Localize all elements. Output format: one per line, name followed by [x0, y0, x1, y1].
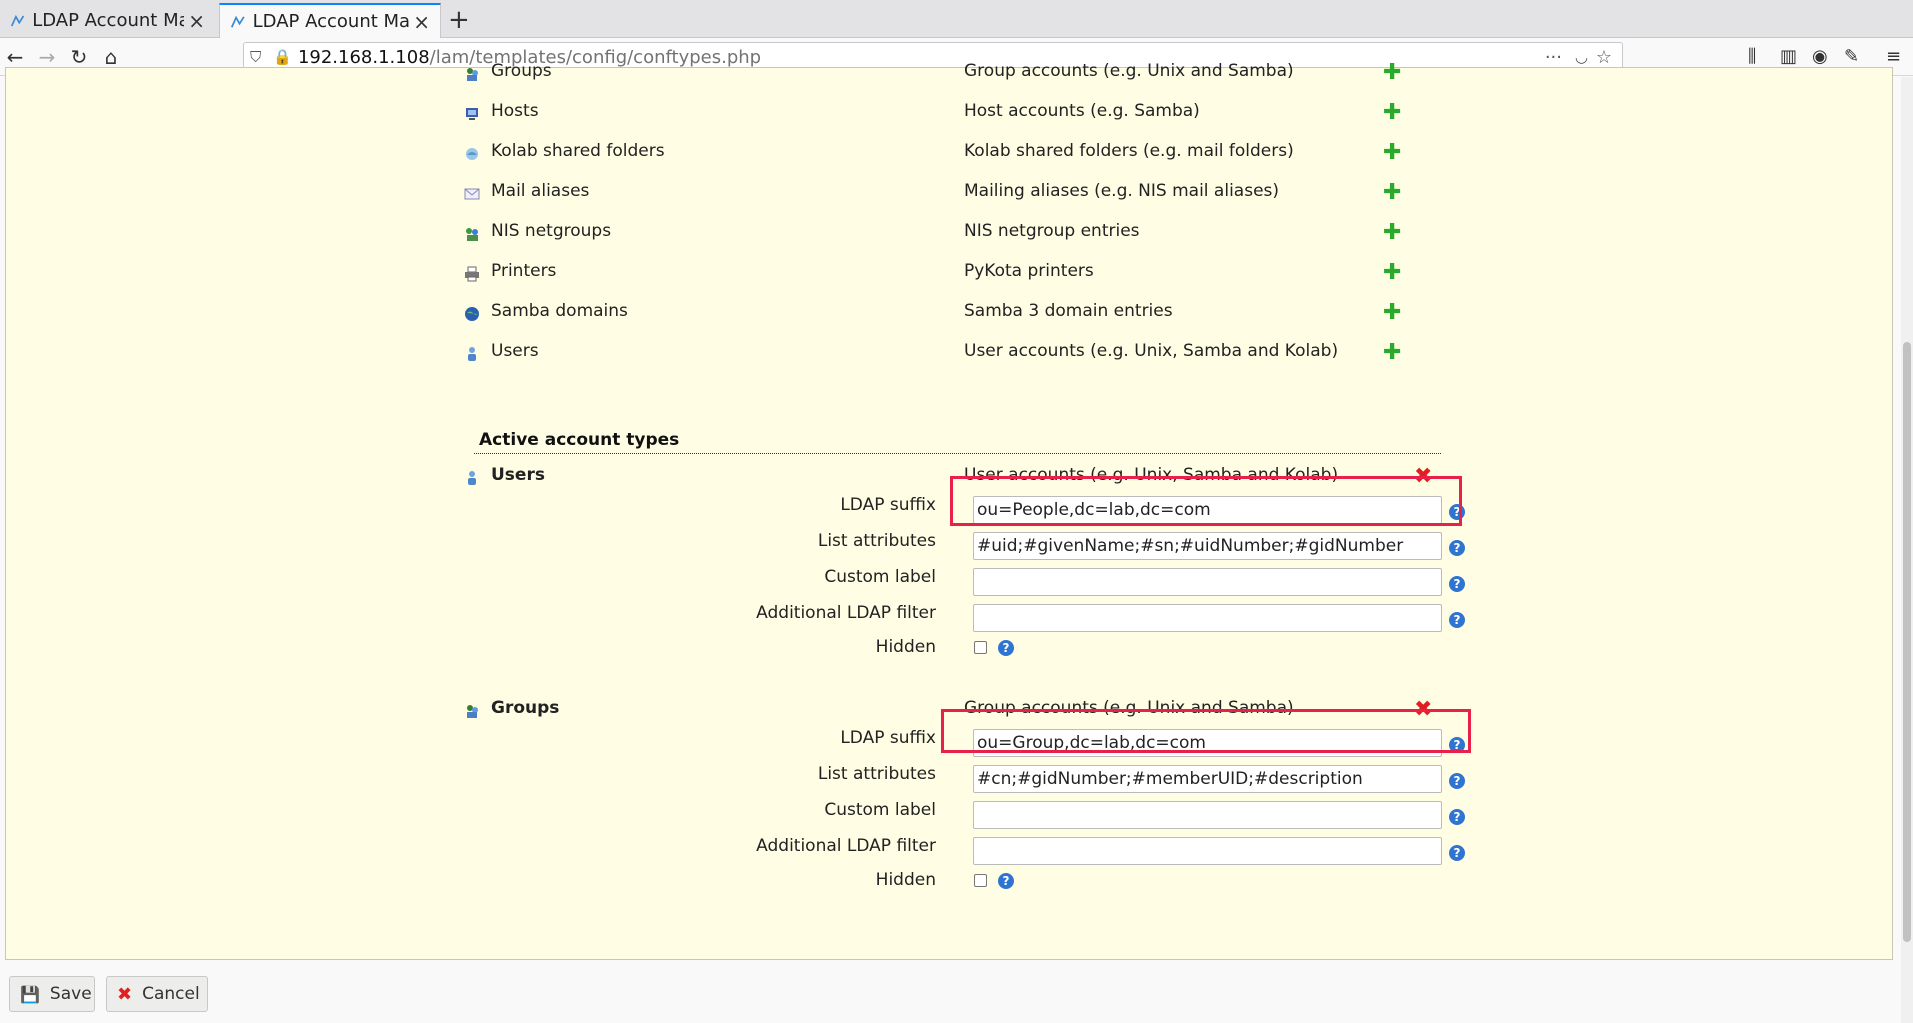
page-content: Groups Group accounts (e.g. Unix and Samb…: [0, 61, 1913, 1023]
new-tab-icon[interactable]: +: [448, 5, 470, 35]
hidden-label: Hidden: [875, 637, 936, 657]
lam-logo-icon: [10, 14, 25, 26]
help-icon[interactable]: ?: [998, 873, 1014, 889]
close-icon[interactable]: ×: [188, 9, 205, 33]
type-description: Kolab shared folders (e.g. mail folders): [964, 141, 1294, 161]
type-name: NIS netgroups: [491, 221, 612, 241]
cancel-button[interactable]: ✖ Cancel: [106, 976, 208, 1012]
netgroup-icon: [466, 228, 478, 241]
help-icon[interactable]: ?: [1449, 612, 1465, 628]
add-type-icon[interactable]: ✚: [1383, 182, 1401, 204]
type-description: PyKota printers: [964, 261, 1094, 281]
ldap-filter-input[interactable]: [973, 604, 1442, 632]
section-title: Active account types: [479, 430, 680, 450]
add-type-icon[interactable]: ✚: [1383, 262, 1401, 284]
type-description: NIS netgroup entries: [964, 221, 1140, 241]
add-type-icon[interactable]: ✚: [1383, 302, 1401, 324]
ldap-suffix-label: LDAP suffix: [840, 728, 936, 748]
list-attributes-input[interactable]: #cn;#gidNumber;#memberUID;#description: [973, 765, 1442, 793]
tab-strip: LDAP Account Mana × LDAP Account Mana × …: [0, 0, 1913, 38]
list-attributes-input[interactable]: #uid;#givenName;#sn;#uidNumber;#gidNumbe…: [973, 532, 1442, 560]
folder-icon: [466, 148, 478, 160]
help-icon[interactable]: ?: [998, 640, 1014, 656]
list-attributes-label: List attributes: [817, 531, 936, 551]
active-type-name: Users: [491, 465, 545, 485]
custom-label-label: Custom label: [824, 567, 936, 587]
extension-icon[interactable]: ✎: [1844, 46, 1859, 67]
help-icon[interactable]: ?: [1449, 845, 1465, 861]
library-icon[interactable]: ⫼: [1748, 46, 1756, 67]
help-icon[interactable]: ?: [1449, 809, 1465, 825]
lam-logo-icon: [230, 15, 245, 28]
type-name: Mail aliases: [491, 181, 590, 201]
save-icon: 💾: [20, 984, 40, 1004]
host-icon: [466, 108, 478, 120]
cancel-label: Cancel: [142, 984, 200, 1004]
hidden-label: Hidden: [875, 870, 936, 890]
scroll-thumb[interactable]: [1903, 342, 1911, 942]
tab-title: LDAP Account Mana: [32, 10, 185, 31]
help-icon[interactable]: ?: [1449, 576, 1465, 592]
cancel-icon: ✖: [117, 983, 133, 1005]
type-description: User accounts (e.g. Unix, Samba and Kola…: [964, 341, 1339, 361]
type-name: Users: [491, 341, 539, 361]
url-host: 192.168.1.108: [297, 46, 430, 68]
user-icon: [468, 347, 476, 361]
type-name: Groups: [491, 61, 552, 81]
ldap-suffix-label: LDAP suffix: [840, 495, 936, 515]
group-icon: [467, 68, 478, 81]
bookmark-star-icon[interactable]: ☆: [1596, 47, 1612, 68]
add-type-icon[interactable]: ✚: [1383, 102, 1401, 124]
user-icon: [468, 471, 476, 485]
pocket-icon[interactable]: ◡: [1575, 48, 1588, 66]
mail-icon: [464, 188, 480, 200]
shield-icon[interactable]: ⛉: [250, 48, 261, 66]
custom-label-label: Custom label: [824, 800, 936, 820]
insecure-lock-icon[interactable]: 🔒: [273, 48, 292, 66]
type-name: Samba domains: [491, 301, 628, 321]
browser-tab-2[interactable]: LDAP Account Mana ×: [219, 3, 441, 38]
type-name: Hosts: [491, 101, 539, 121]
ldap-filter-label: Additional LDAP filter: [756, 603, 936, 623]
url-path: /lam/templates/config/conftypes.php: [429, 46, 762, 68]
custom-label-input[interactable]: [973, 568, 1442, 596]
config-panel: Groups Group accounts (e.g. Unix and Samb…: [5, 61, 1893, 960]
type-name: Kolab shared folders: [491, 141, 665, 161]
scrollbar[interactable]: [1901, 77, 1913, 1023]
list-attributes-label: List attributes: [817, 764, 936, 784]
add-type-icon[interactable]: ✚: [1383, 222, 1401, 244]
section-divider: [474, 453, 1441, 454]
more-icon[interactable]: ···: [1545, 47, 1562, 68]
hidden-checkbox[interactable]: [974, 641, 987, 654]
add-type-icon[interactable]: ✚: [1383, 342, 1401, 364]
type-description: Group accounts (e.g. Unix and Samba): [964, 61, 1294, 81]
printer-icon: [465, 266, 479, 282]
close-icon[interactable]: ×: [413, 10, 430, 34]
help-icon[interactable]: ?: [1449, 773, 1465, 789]
menu-icon[interactable]: ≡: [1886, 46, 1901, 67]
active-type-name: Groups: [491, 698, 560, 718]
hidden-checkbox[interactable]: [974, 874, 987, 887]
type-name: Printers: [491, 261, 557, 281]
ldap-filter-label: Additional LDAP filter: [756, 836, 936, 856]
globe-icon: [465, 307, 479, 321]
sidebar-icon[interactable]: ▥: [1780, 46, 1797, 67]
account-icon[interactable]: ◉: [1812, 46, 1828, 67]
type-description: Samba 3 domain entries: [964, 301, 1173, 321]
add-type-icon[interactable]: ✚: [1383, 142, 1401, 164]
highlight-box: [941, 709, 1471, 753]
browser-tab-1[interactable]: LDAP Account Mana ×: [0, 3, 215, 38]
help-icon[interactable]: ?: [1449, 540, 1465, 556]
type-description: Host accounts (e.g. Samba): [964, 101, 1200, 121]
add-type-icon[interactable]: ✚: [1383, 62, 1401, 84]
save-button[interactable]: 💾 Save: [9, 976, 95, 1012]
ldap-filter-input[interactable]: [973, 837, 1442, 865]
custom-label-input[interactable]: [973, 801, 1442, 829]
group-icon: [467, 705, 478, 718]
save-label: Save: [49, 984, 92, 1004]
type-description: Mailing aliases (e.g. NIS mail aliases): [964, 181, 1280, 201]
highlight-box: [950, 476, 1462, 526]
tab-title: LDAP Account Mana: [252, 11, 410, 32]
